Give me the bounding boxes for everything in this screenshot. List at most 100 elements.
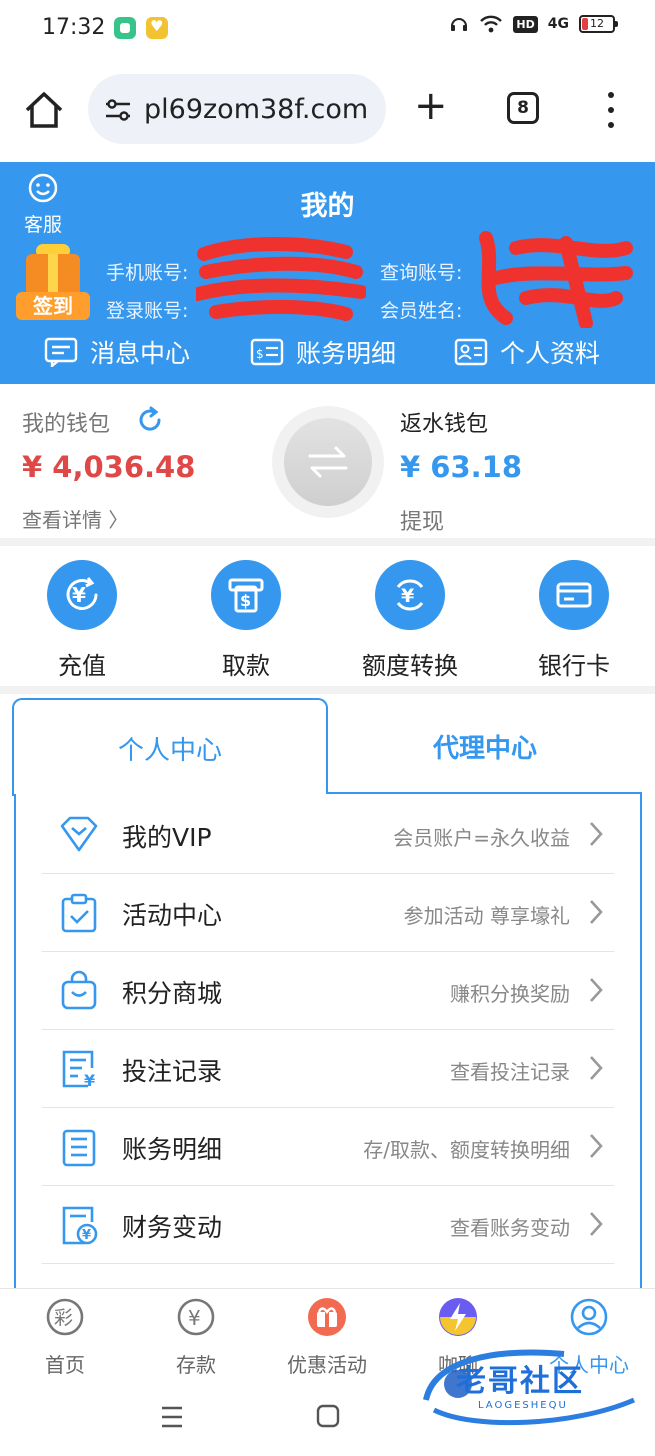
chevron-right-icon <box>590 1212 603 1236</box>
phone-label: 手机账号: <box>106 262 189 284</box>
headphones-icon <box>451 18 468 31</box>
personal-info-label: 个人资料 <box>500 339 601 368</box>
atm-icon: $ <box>211 560 281 630</box>
chevron-right-icon <box>590 978 603 1002</box>
profile-header: 客服 我的 签到 手机账号: 登录账号: 查询账号: 会员姓名: 消息中心 $ … <box>0 162 655 384</box>
quick-actions: ¥ 充值 $ 取款 ¥ 额度转换 银行卡 <box>0 546 655 686</box>
nav-home[interactable]: 彩 首页 <box>10 1297 120 1378</box>
bank-card-button[interactable]: 银行卡 <box>514 560 634 681</box>
page: 17:32 HD 4G 12 pl69zom38f.com + 8 客服 我的 <box>0 0 655 1456</box>
login-label: 登录账号: <box>106 300 189 322</box>
home-icon[interactable] <box>22 88 66 132</box>
message-center-label: 消息中心 <box>90 339 191 368</box>
battery-icon: 12 <box>579 15 618 33</box>
lightning-icon <box>439 1298 477 1336</box>
chevron-right-icon <box>590 1134 603 1158</box>
section-divider <box>0 686 655 694</box>
tab-personal-center[interactable]: 个人中心 <box>12 698 328 796</box>
tab-agent-label: 代理中心 <box>432 734 537 764</box>
finance-icon: ¥ <box>62 1206 98 1245</box>
chevron-right-icon <box>590 900 603 924</box>
site-settings-icon[interactable] <box>104 98 132 122</box>
view-details-link[interactable]: 查看详情 〉 <box>22 504 128 533</box>
transfer-button[interactable]: ¥ 额度转换 <box>350 560 470 681</box>
bank-card-icon <box>539 560 609 630</box>
bet-record-icon: ¥ <box>62 1050 95 1090</box>
wifi-icon <box>480 15 503 33</box>
yuan-icon: ¥ <box>177 1298 215 1336</box>
status-time: 17:32 <box>42 15 106 40</box>
lottery-icon: 彩 <box>46 1298 84 1336</box>
account-details-button[interactable]: $ 账务明细 <box>250 334 396 370</box>
member-name-label: 会员姓名: <box>380 300 463 322</box>
menu-item-points-mall[interactable]: 积分商城 赚积分换奖励 <box>42 952 614 1030</box>
home-circle-icon[interactable] <box>316 1404 340 1428</box>
my-wallet-label: 我的钱包 <box>22 412 111 437</box>
menu-item-vip[interactable]: 我的VIP 会员账户=永久收益 <box>42 796 614 874</box>
new-tab-button[interactable]: + <box>414 86 448 126</box>
menu-item-title: 财务变动 <box>122 1213 223 1242</box>
menu-item-desc: 参加活动 尊享壕礼 <box>403 904 570 928</box>
menu-item-desc: 会员账户=永久收益 <box>393 826 570 850</box>
menu-item-title: 活动中心 <box>122 901 223 930</box>
hd-icon: HD <box>513 15 538 33</box>
message-icon <box>44 337 78 367</box>
watermark-subtext: LAOGESHEQU <box>478 1400 568 1411</box>
signin-button[interactable]: 签到 <box>16 244 90 322</box>
id-card-icon <box>454 338 488 366</box>
svg-text:¥: ¥ <box>72 583 86 607</box>
signin-label: 签到 <box>16 292 90 320</box>
withdraw-button[interactable]: $ 取款 <box>186 560 306 681</box>
ledger-icon <box>62 1129 96 1167</box>
transfer-label: 额度转换 <box>362 652 458 680</box>
chevron-right-icon <box>590 822 603 846</box>
redaction-scribble-2 <box>479 231 633 328</box>
nav-promotions[interactable]: 优惠活动 <box>272 1297 382 1378</box>
app-heart-icon <box>146 17 168 39</box>
svg-text:$: $ <box>256 347 264 361</box>
svg-text:$: $ <box>240 591 251 610</box>
my-wallet-amount: ¥ 4,036.48 <box>22 450 196 484</box>
withdraw-link[interactable]: 提现 <box>400 504 444 536</box>
more-menu-icon[interactable] <box>601 90 621 130</box>
wallet-swap-button[interactable] <box>272 406 384 518</box>
menu-item-title: 投注记录 <box>122 1057 223 1086</box>
menu-item-title: 积分商城 <box>122 979 223 1008</box>
menu-item-account-details[interactable]: 账务明细 存/取款、额度转换明细 <box>42 1108 614 1186</box>
app-notification-icon <box>114 17 136 39</box>
deposit-button[interactable]: ¥ 充值 <box>22 560 142 681</box>
tab-switcher-button[interactable]: 8 <box>507 92 539 124</box>
user-icon <box>570 1298 608 1336</box>
promo-gift-icon <box>308 1298 346 1336</box>
account-details-label: 账务明细 <box>296 339 397 368</box>
message-center-button[interactable]: 消息中心 <box>44 334 190 370</box>
personal-info-button[interactable]: 个人资料 <box>454 334 600 370</box>
system-icons: HD 4G 12 <box>449 14 618 34</box>
swap-circle <box>284 418 372 506</box>
refresh-icon[interactable] <box>136 406 164 434</box>
svg-text:¥: ¥ <box>401 585 414 607</box>
menu-item-desc: 查看投注记录 <box>450 1060 570 1084</box>
menu-item-activity[interactable]: 活动中心 参加活动 尊享壕礼 <box>42 874 614 952</box>
exchange-icon: ¥ <box>375 560 445 630</box>
nav-home-label: 首页 <box>45 1353 85 1377</box>
menu-item-bet-records[interactable]: ¥ 投注记录 查看投注记录 <box>42 1030 614 1108</box>
url-text[interactable]: pl69zom38f.com <box>144 94 368 125</box>
address-bar[interactable]: pl69zom38f.com <box>88 74 386 144</box>
bill-icon: $ <box>250 338 284 366</box>
menu-item-title: 账务明细 <box>122 1135 223 1164</box>
recent-apps-icon[interactable] <box>160 1404 184 1430</box>
nav-promotions-label: 优惠活动 <box>287 1353 367 1377</box>
menu-item-desc: 存/取款、额度转换明细 <box>363 1138 570 1162</box>
wallet-section: 我的钱包 ¥ 4,036.48 查看详情 〉 返水钱包 ¥ 63.18 提现 <box>0 384 655 538</box>
rebate-wallet-amount: ¥ 63.18 <box>400 450 523 484</box>
page-title: 我的 <box>300 191 355 222</box>
status-bar: 17:32 HD 4G 12 <box>0 0 655 60</box>
bank-card-label: 银行卡 <box>538 652 610 680</box>
nav-deposit[interactable]: ¥ 存款 <box>141 1297 251 1378</box>
svg-text:¥: ¥ <box>188 1306 201 1330</box>
svg-text:彩: 彩 <box>54 1307 73 1329</box>
menu-item-finance-changes[interactable]: ¥ 财务变动 查看账务变动 <box>42 1186 614 1264</box>
query-label: 查询账号: <box>380 262 463 284</box>
tab-agent-center[interactable]: 代理中心 <box>328 698 642 792</box>
